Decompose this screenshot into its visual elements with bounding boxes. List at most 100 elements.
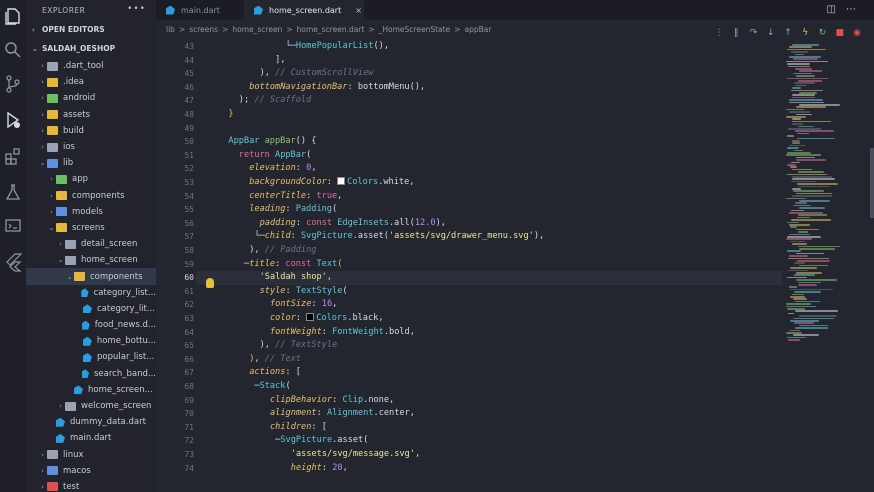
- code-line[interactable]: ─SvgPicture.asset(: [275, 435, 368, 445]
- tree-item[interactable]: food_news.d...: [26, 317, 156, 333]
- code-line[interactable]: bottomNavigationBar: bottomMenu(),: [249, 82, 425, 92]
- files-icon[interactable]: [3, 6, 23, 26]
- code-line[interactable]: backgroundColor: Colors.white,: [249, 177, 414, 187]
- tree-item[interactable]: › assets: [26, 107, 156, 123]
- code-line[interactable]: padding: const EdgeInsets.all(12.0),: [260, 218, 446, 228]
- tree-item[interactable]: popular_list...: [26, 349, 156, 365]
- extensions-icon[interactable]: [3, 146, 23, 166]
- stop-icon[interactable]: ■: [835, 28, 845, 38]
- tree-item[interactable]: main.dart: [26, 430, 156, 446]
- code-line[interactable]: AppBar appBar() {: [228, 136, 316, 146]
- code-line[interactable]: 'Saldah shop',: [260, 272, 332, 282]
- code-token: }: [228, 109, 234, 119]
- tree-item[interactable]: › welcome_screen: [26, 398, 156, 414]
- tree-item[interactable]: › .idea: [26, 74, 156, 90]
- tree-item[interactable]: › components: [26, 188, 156, 204]
- code-line[interactable]: ─Stack(: [254, 381, 290, 391]
- minimap-line: [792, 178, 835, 180]
- close-icon[interactable]: ×: [355, 6, 362, 15]
- code-line[interactable]: ), // Text: [249, 354, 301, 364]
- restart-icon[interactable]: ↻: [818, 28, 828, 38]
- source-control-icon[interactable]: [3, 74, 23, 94]
- code-line[interactable]: children: [: [270, 422, 327, 432]
- tree-item[interactable]: › build: [26, 123, 156, 139]
- code-line[interactable]: ), // CustomScrollView: [260, 68, 374, 78]
- breadcrumb-item[interactable]: _HomeScreenState: [379, 25, 451, 34]
- code-line[interactable]: actions: [: [249, 367, 301, 377]
- run-debug-icon[interactable]: [3, 110, 23, 130]
- step-over-icon[interactable]: ↷: [749, 28, 759, 38]
- code-line[interactable]: ─title: const Text(: [244, 259, 342, 269]
- tree-item[interactable]: › detail_screen: [26, 236, 156, 252]
- code-line[interactable]: return AppBar(: [239, 150, 311, 160]
- code-line[interactable]: └─HomePopularList(),: [275, 41, 390, 51]
- drag-handle-icon[interactable]: ⋮: [714, 28, 724, 38]
- tree-item[interactable]: dummy_data.dart: [26, 414, 156, 430]
- code-line[interactable]: fontSize: 16,: [270, 299, 337, 309]
- code-line[interactable]: }: [228, 109, 233, 119]
- code-editor[interactable]: 43 └─HomePopularList(), 44 ], 45), // Cust…: [156, 40, 782, 492]
- tree-item[interactable]: category_list...: [26, 285, 156, 301]
- tab-main-dart[interactable]: main.dart: [156, 0, 244, 20]
- tree-item[interactable]: ⌄ lib: [26, 155, 156, 171]
- project-section[interactable]: ⌄ SALDAH_OESHOP: [26, 39, 156, 58]
- flutter-icon[interactable]: [3, 252, 23, 272]
- tree-item[interactable]: › test: [26, 479, 156, 492]
- minimap[interactable]: [782, 40, 870, 492]
- code-line[interactable]: color: Colors.black,: [270, 313, 384, 323]
- tree-item[interactable]: ⌄ home_screen: [26, 252, 156, 268]
- ellipsis-icon[interactable]: •••: [127, 4, 146, 14]
- color-swatch-icon[interactable]: [306, 313, 315, 321]
- breadcrumb-item[interactable]: appBar: [464, 25, 491, 34]
- breadcrumb-item[interactable]: home_screen: [232, 25, 282, 34]
- editor-scrollbar[interactable]: [870, 148, 874, 218]
- remote-explorer-icon[interactable]: [3, 216, 23, 236]
- breadcrumb-item[interactable]: lib: [166, 25, 175, 34]
- tree-item[interactable]: category_lit...: [26, 301, 156, 317]
- code-line[interactable]: 'assets/svg/message.svg',: [291, 449, 420, 459]
- tree-item[interactable]: › app: [26, 171, 156, 187]
- code-line[interactable]: height: 20,: [291, 463, 348, 473]
- tree-item[interactable]: › linux: [26, 447, 156, 463]
- code-line[interactable]: └─child: SvgPicture.asset('assets/svg/dr…: [254, 231, 544, 241]
- open-editors-section[interactable]: › OPEN EDITORS: [26, 20, 156, 39]
- testing-icon[interactable]: [3, 182, 23, 202]
- step-out-icon[interactable]: ↑: [783, 28, 793, 38]
- tree-item[interactable]: ⌄ components: [26, 268, 156, 285]
- tree-item[interactable]: › ios: [26, 139, 156, 155]
- more-actions-icon[interactable]: ⋯: [846, 4, 866, 15]
- pause-icon[interactable]: ‖: [731, 28, 741, 38]
- split-editor-icon[interactable]: ◫: [827, 4, 846, 15]
- tree-item[interactable]: home_screen...: [26, 382, 156, 398]
- minimap-line: [789, 111, 810, 113]
- breadcrumb-item[interactable]: home_screen.dart: [297, 25, 365, 34]
- code-line[interactable]: ), // TextStyle: [260, 340, 338, 350]
- code-line[interactable]: clipBehavior: Clip.none,: [270, 395, 394, 405]
- search-icon[interactable]: [3, 40, 23, 60]
- code-line[interactable]: style: TextStyle(: [260, 286, 348, 296]
- code-line[interactable]: ), // Padding: [249, 245, 316, 255]
- hot-reload-icon[interactable]: ϟ: [800, 28, 810, 38]
- code-line[interactable]: elevation: 0,: [249, 163, 316, 173]
- folder-icon: [47, 77, 58, 87]
- code-line[interactable]: ); // Scaffold: [239, 95, 311, 105]
- step-into-icon[interactable]: ↓: [766, 28, 776, 38]
- code-line[interactable]: leading: Padding(: [249, 204, 337, 214]
- devtools-icon[interactable]: ◉: [852, 28, 862, 38]
- color-swatch-icon[interactable]: [337, 177, 346, 185]
- tree-item[interactable]: search_band...: [26, 366, 156, 382]
- code-line[interactable]: fontWeight: FontWeight.bold,: [270, 327, 415, 337]
- lightbulb-icon[interactable]: [206, 278, 214, 288]
- code-token: leading: [249, 204, 286, 215]
- code-line[interactable]: alignment: Alignment.center,: [270, 408, 415, 418]
- code-line[interactable]: ],: [265, 55, 285, 65]
- tree-item[interactable]: home_bottu...: [26, 333, 156, 349]
- tree-item[interactable]: ⌄ screens: [26, 220, 156, 236]
- breadcrumb-item[interactable]: screens: [189, 25, 218, 34]
- tree-item[interactable]: › macos: [26, 463, 156, 479]
- tree-item[interactable]: › .dart_tool: [26, 58, 156, 74]
- tree-item[interactable]: › android: [26, 90, 156, 106]
- tab-home-screen-dart[interactable]: home_screen.dart ×: [244, 0, 364, 20]
- code-line[interactable]: centerTitle: true,: [249, 191, 342, 201]
- tree-item[interactable]: › models: [26, 204, 156, 220]
